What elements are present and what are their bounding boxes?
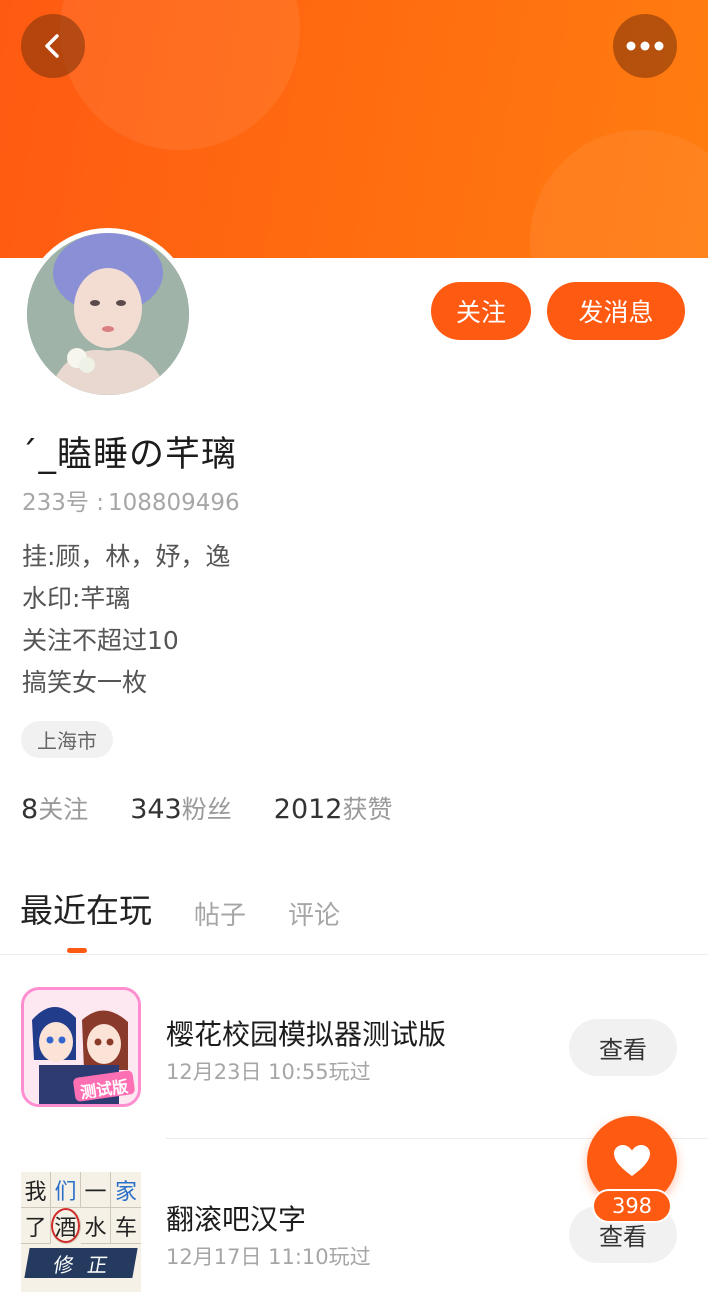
game-last-played: 12月23日 10:55玩过 [166, 1060, 371, 1084]
stat-fans-label: 粉丝 [181, 795, 232, 824]
banner-decoration [60, 0, 300, 150]
follow-button[interactable]: 关注 [431, 282, 531, 340]
avatar-image [27, 233, 189, 395]
game-icon-sakura-school: 测试版 [21, 987, 141, 1107]
bio-line: 水印:芊璃 [22, 584, 131, 613]
user-id-label: 233号 : [22, 490, 104, 516]
game-title: 翻滚吧汉字 [166, 1203, 307, 1236]
user-id: 233号 :108809496 [22, 483, 240, 517]
hanzi-char: 酒 [51, 1208, 81, 1244]
divider [0, 954, 708, 955]
hanzi-char: 车 [111, 1208, 141, 1244]
bio: 挂:顾，林，妤，逸 水印:芊璃 关注不超过10 搞笑女一枚 [22, 536, 230, 704]
avatar-portrait-illustration [27, 233, 189, 395]
location-tag: 上海市 [21, 721, 113, 758]
banner-decoration [530, 130, 708, 258]
tab-posts[interactable]: 帖子 [194, 895, 246, 932]
chevron-left-icon [45, 34, 59, 58]
active-tab-indicator [67, 948, 87, 953]
hanzi-banner-char: 正 [85, 1252, 110, 1277]
profile-stats: 8 关注 343 粉丝 2012 获赞 [21, 790, 435, 826]
stat-following[interactable]: 8 关注 [21, 790, 88, 826]
stat-fans-count: 343 [130, 794, 182, 825]
stat-following-label: 关注 [38, 795, 89, 824]
more-horizontal-icon [626, 41, 664, 51]
more-options-button[interactable] [613, 14, 677, 78]
stat-likes-count: 2012 [273, 794, 343, 825]
tab-comments[interactable]: 评论 [288, 895, 340, 932]
profile-tabs: 最近在玩 帖子 评论 [20, 884, 382, 932]
hanzi-char: 们 [51, 1172, 81, 1208]
stat-fans[interactable]: 343 粉丝 [130, 790, 232, 826]
avatar[interactable] [22, 228, 194, 400]
send-message-button[interactable]: 发消息 [547, 282, 685, 340]
bio-line: 搞笑女一枚 [22, 668, 148, 697]
profile-header-banner [0, 0, 708, 258]
hanzi-char: 家 [111, 1172, 141, 1208]
game-icon-hanzi: 我 们 一 家 了 酒 水 车 修 正 [21, 1172, 141, 1292]
hanzi-banner: 修 正 [24, 1248, 138, 1278]
username: ˊ_瞌睡の芊璃 [20, 435, 238, 475]
hanzi-char: 我 [21, 1172, 51, 1208]
back-button[interactable] [21, 14, 85, 78]
hanzi-char: 了 [21, 1208, 51, 1244]
tab-recently-played[interactable]: 最近在玩 [20, 884, 152, 932]
like-count-badge: 398 [592, 1189, 672, 1223]
hanzi-char: 水 [81, 1208, 111, 1244]
game-last-played: 12月17日 11:10玩过 [166, 1245, 371, 1269]
stat-likes: 2012 获赞 [274, 790, 393, 826]
bio-line: 挂:顾，林，妤，逸 [22, 542, 231, 571]
list-item-game[interactable]: 测试版 樱花校园模拟器测试版 12月23日 10:55玩过 查看 [0, 987, 708, 1107]
game-title: 樱花校园模拟器测试版 [166, 1018, 447, 1051]
bio-line: 关注不超过10 [22, 626, 179, 655]
stat-likes-label: 获赞 [342, 795, 393, 824]
view-game-button[interactable]: 查看 [569, 1019, 677, 1076]
hanzi-banner-char: 修 [51, 1252, 76, 1277]
user-id-value: 108809496 [107, 490, 240, 516]
hanzi-char: 一 [81, 1172, 111, 1208]
stat-following-count: 8 [21, 794, 39, 825]
heart-icon [614, 1145, 650, 1176]
